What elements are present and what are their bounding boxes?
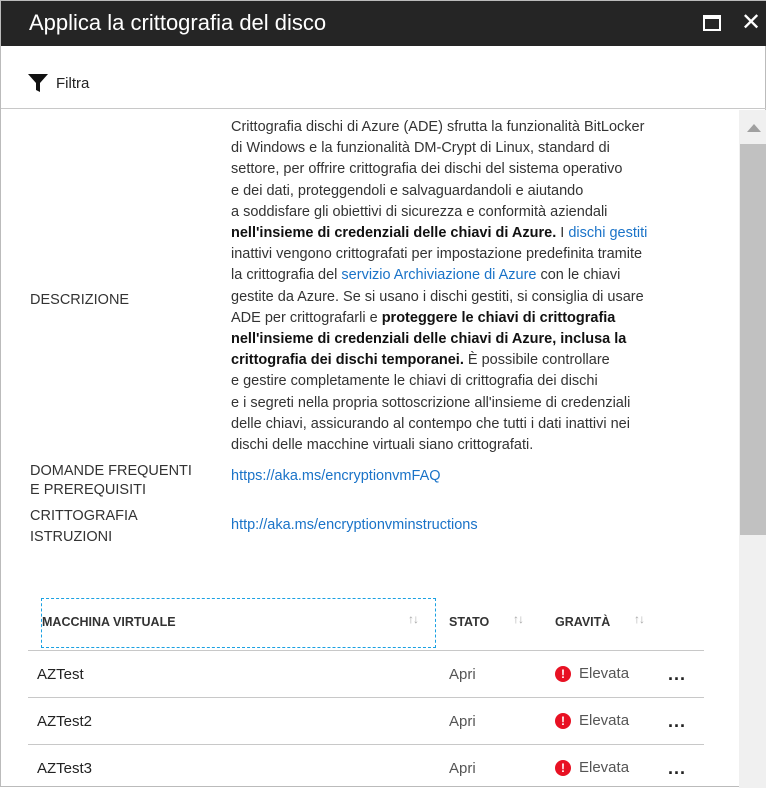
description-line: delle chiavi, assicurando al contempo ch… xyxy=(231,414,647,435)
title-bar: Applica la crittografia del disco ✕ xyxy=(1,1,766,46)
close-icon[interactable]: ✕ xyxy=(741,9,761,37)
error-icon: ! xyxy=(555,712,571,729)
status-cell: Apri xyxy=(449,713,476,730)
filter-icon xyxy=(28,74,48,92)
description-segment: con le chiavi xyxy=(536,267,621,284)
description-link[interactable]: servizio Archiviazione di Azure xyxy=(341,267,536,283)
row-divider xyxy=(28,744,704,745)
more-options-button[interactable]: ... xyxy=(668,711,686,732)
faq-label-line2: E PREREQUISITI xyxy=(30,482,147,498)
description-segment: di Windows e la funzionalità DM-Crypt di… xyxy=(231,140,610,157)
description-segment: I xyxy=(556,225,569,242)
description-line: ADE per crittografarli e proteggere le c… xyxy=(231,308,647,329)
scroll-up-icon[interactable] xyxy=(747,124,761,132)
maximize-icon[interactable] xyxy=(703,15,721,31)
description-segment: inattivi vengono crittografati per impos… xyxy=(231,246,643,263)
sort-icon[interactable]: ↑↓ xyxy=(513,612,524,626)
column-header-vm[interactable]: MACCHINA VIRTUALE xyxy=(42,615,176,629)
description-line: settore, per offrire crittografia dei di… xyxy=(231,159,647,180)
filter-button[interactable]: Filtra xyxy=(28,74,89,92)
description-segment: dischi delle macchine virtuali siano cri… xyxy=(231,437,534,454)
vm-name[interactable]: AZTest xyxy=(37,666,84,683)
row-divider xyxy=(28,650,704,651)
instructions-label-line1: CRITTOGRAFIA xyxy=(30,508,138,524)
faq-link[interactable]: https://aka.ms/encryptionvmFAQ xyxy=(231,468,441,484)
filter-label: Filtra xyxy=(56,74,90,92)
description-segment: crittografia dei dischi temporanei. xyxy=(231,352,464,369)
description-line: inattivi vengono crittografati per impos… xyxy=(231,244,647,265)
description-segment: È possibile controllare xyxy=(463,352,610,369)
description-label: DESCRIZIONE xyxy=(30,292,130,308)
status-cell: Apri xyxy=(449,760,476,777)
description-line: Crittografia dischi di Azure (ADE) sfrut… xyxy=(231,117,647,138)
instructions-label-line2: ISTRUZIONI xyxy=(30,529,113,545)
description-segment: settore, per offrire crittografia dei di… xyxy=(231,161,623,178)
sort-icon[interactable]: ↑↓ xyxy=(634,612,645,626)
column-header-severity[interactable]: GRAVITÀ xyxy=(555,615,610,629)
vertical-scrollbar[interactable] xyxy=(739,110,766,788)
description-line: dischi delle macchine virtuali siano cri… xyxy=(231,435,647,456)
description-line: e gestire completamente le chiavi di cri… xyxy=(231,371,647,392)
description-line: nell'insieme di credenziali delle chiavi… xyxy=(231,329,647,350)
description-line: gestite da Azure. Se si usano i dischi g… xyxy=(231,287,647,308)
description-segment: a soddisfare gli obiettivi di sicurezza … xyxy=(231,203,608,220)
description-segment: la crittografia del xyxy=(231,267,342,284)
severity-cell: ! Elevata xyxy=(555,665,629,682)
description-segment: delle chiavi, assicurando al contempo ch… xyxy=(231,415,630,432)
column-header-status[interactable]: STATO xyxy=(449,615,489,629)
description-line: e dei dati, proteggendoli e salvaguardan… xyxy=(231,181,647,202)
severity-label: Elevata xyxy=(579,759,630,776)
severity-label: Elevata xyxy=(579,712,630,729)
description-line: crittografia dei dischi temporanei. È po… xyxy=(231,350,647,371)
error-icon: ! xyxy=(555,759,571,776)
description-segment: e gestire completamente le chiavi di cri… xyxy=(231,373,598,390)
status-cell: Apri xyxy=(449,666,476,683)
vm-name[interactable]: AZTest2 xyxy=(37,713,92,730)
description-segment: proteggere le chiavi di crittografia xyxy=(381,309,616,326)
row-divider xyxy=(28,697,704,698)
error-icon: ! xyxy=(555,665,571,682)
description-segment: nell'insieme di credenziali delle chiavi… xyxy=(231,331,627,348)
toolbar: Filtra xyxy=(1,46,766,109)
description-text: Crittografia dischi di Azure (ADE) sfrut… xyxy=(231,117,647,456)
severity-cell: ! Elevata xyxy=(555,712,629,729)
description-segment: Crittografia dischi di Azure (ADE) sfrut… xyxy=(231,119,645,135)
description-line: di Windows e la funzionalità DM-Crypt di… xyxy=(231,138,647,159)
description-segment: e dei dati, proteggendoli e salvaguardan… xyxy=(231,182,584,199)
description-segment: gestite da Azure. Se si usano i dischi g… xyxy=(231,288,644,305)
description-line: a soddisfare gli obiettivi di sicurezza … xyxy=(231,202,647,223)
description-link[interactable]: dischi gestiti xyxy=(568,225,647,241)
instructions-link[interactable]: http://aka.ms/encryptionvminstructions xyxy=(231,517,478,533)
description-segment: e i segreti nella propria sottoscrizione… xyxy=(231,394,631,411)
description-segment: ADE per crittografarli e xyxy=(231,309,382,326)
description-line: la crittografia del servizio Archiviazio… xyxy=(231,265,647,286)
description-segment: nell'insieme di credenziali delle chiavi… xyxy=(231,225,557,242)
faq-label-line1: DOMANDE FREQUENTI xyxy=(30,463,192,479)
more-options-button[interactable]: ... xyxy=(668,664,686,685)
scroll-thumb[interactable] xyxy=(740,144,766,535)
severity-label: Elevata xyxy=(579,665,630,682)
description-line: e i segreti nella propria sottoscrizione… xyxy=(231,393,647,414)
window-title: Applica la crittografia del disco xyxy=(29,10,327,35)
severity-cell: ! Elevata xyxy=(555,759,629,776)
description-line: nell'insieme di credenziali delle chiavi… xyxy=(231,223,647,244)
sort-icon[interactable]: ↑↓ xyxy=(408,612,419,626)
more-options-button[interactable]: ... xyxy=(668,758,686,779)
vm-name[interactable]: AZTest3 xyxy=(37,760,92,777)
